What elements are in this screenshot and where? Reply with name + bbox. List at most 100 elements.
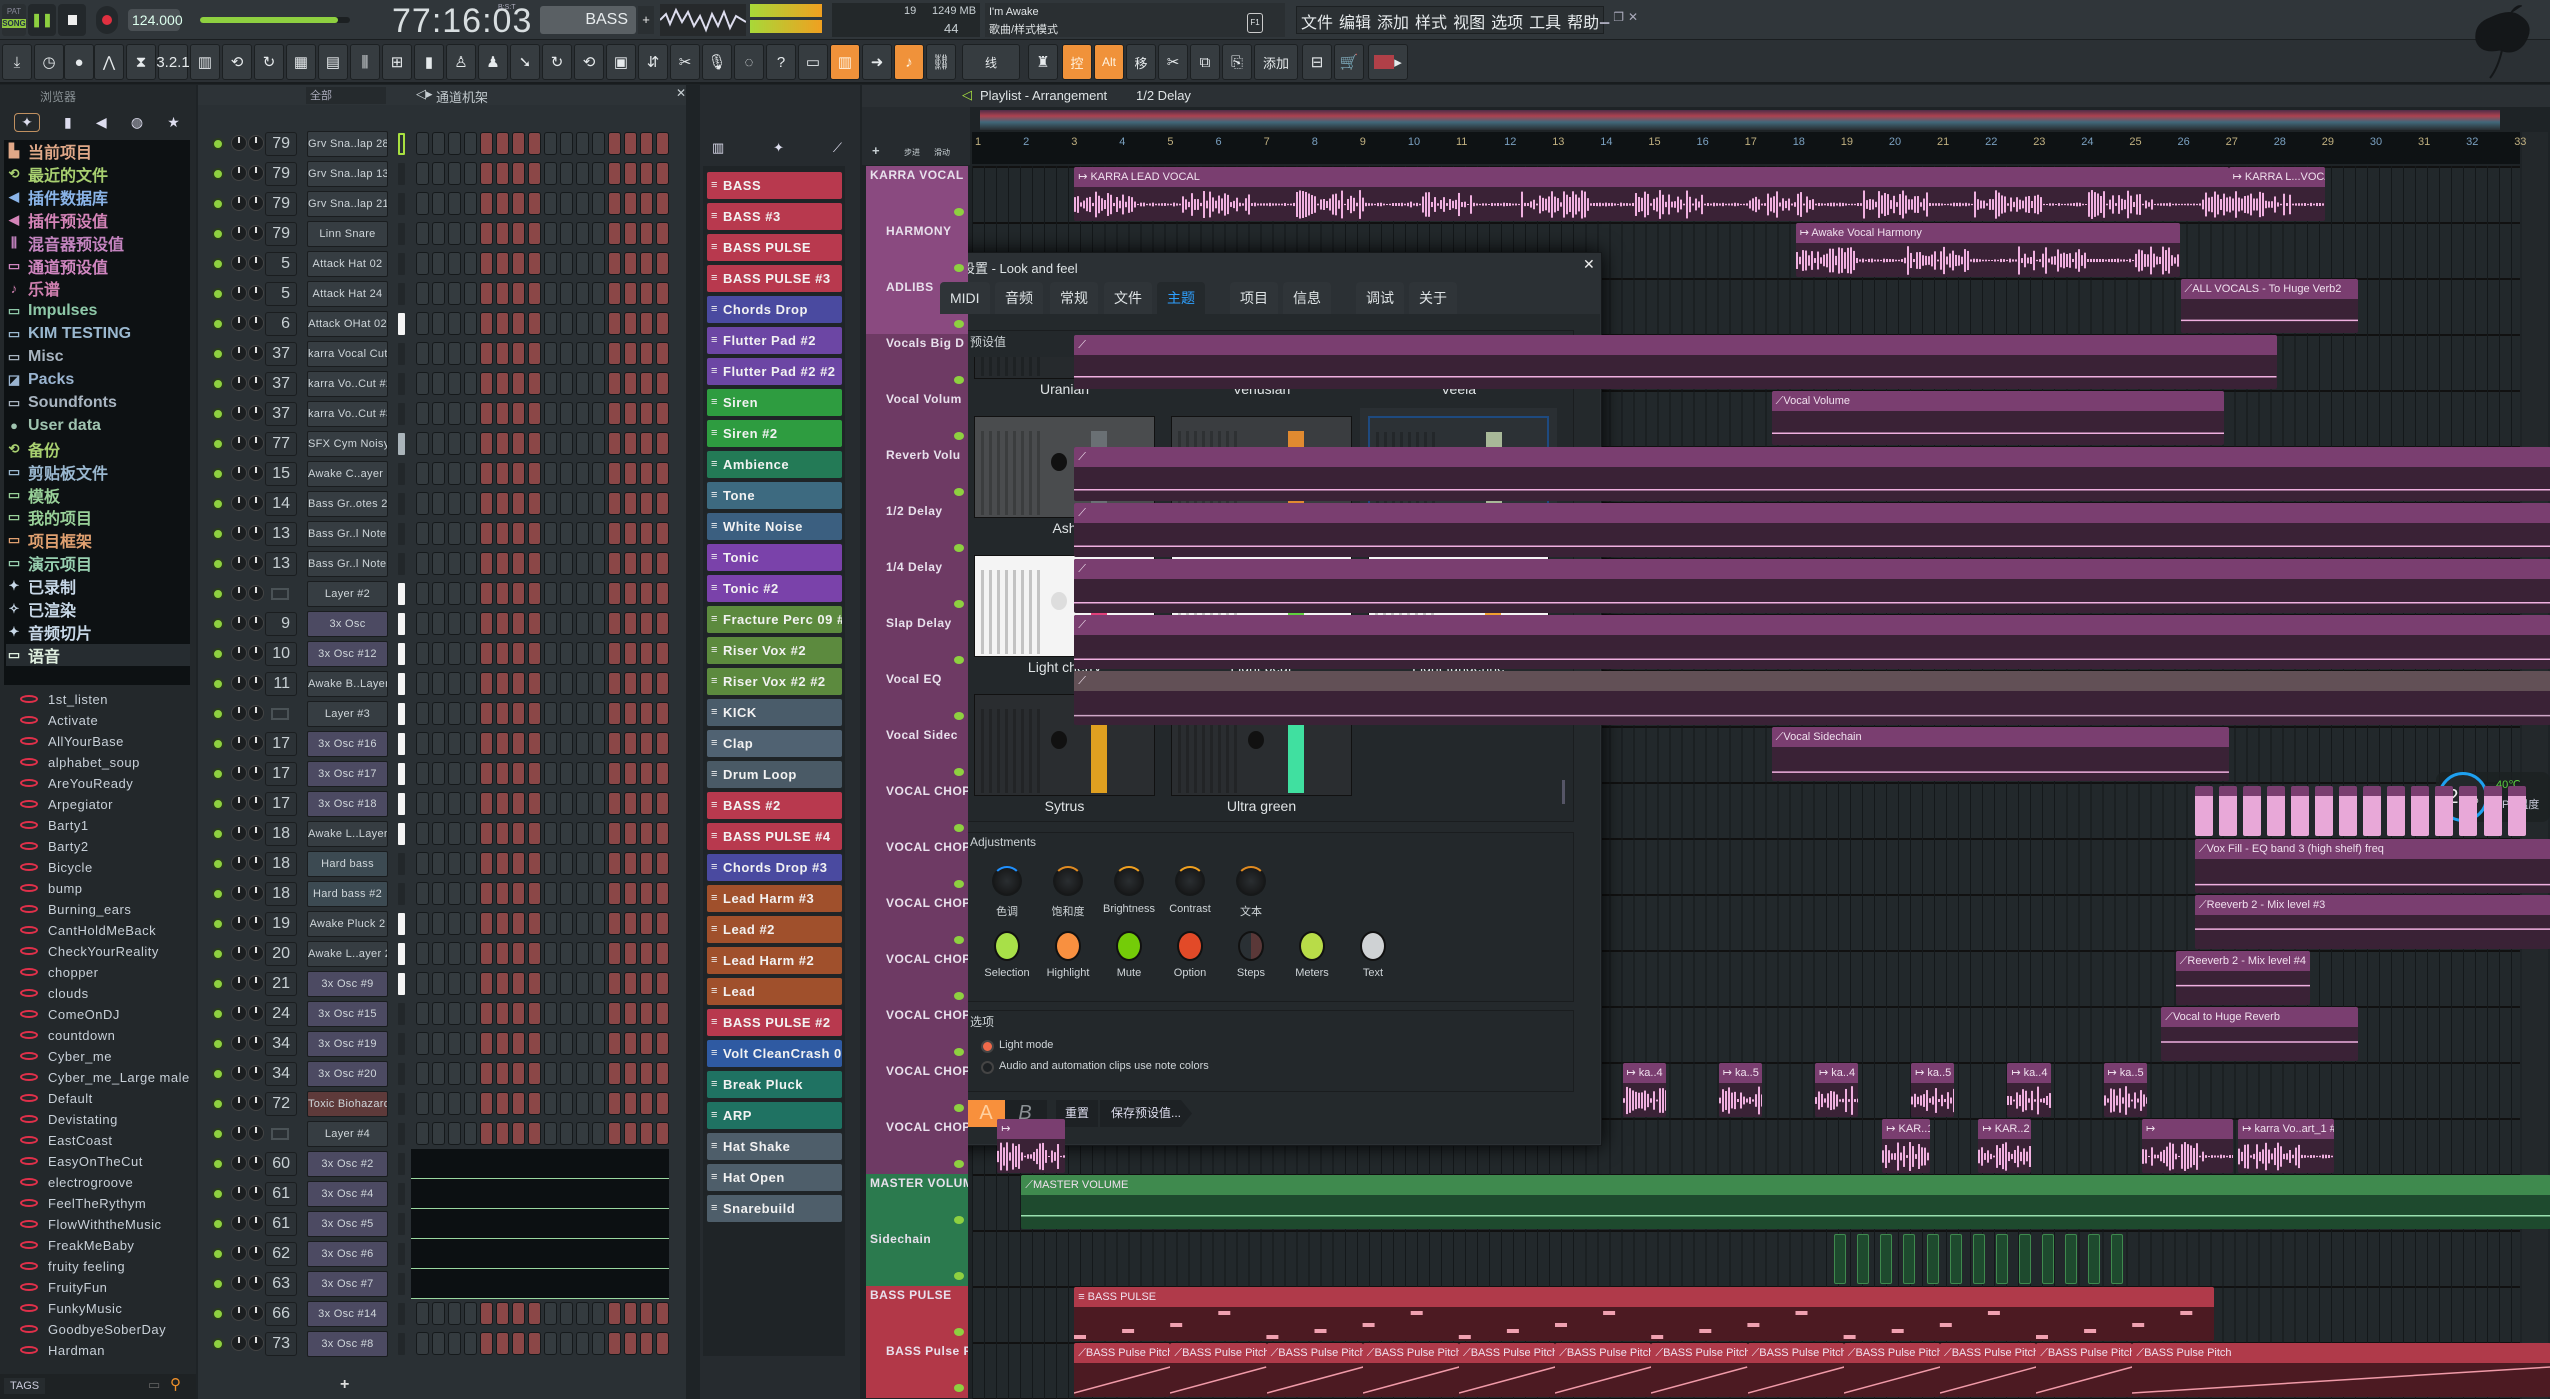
step-button[interactable]: [512, 312, 525, 335]
step-button[interactable]: [656, 612, 669, 635]
step-button[interactable]: [512, 462, 525, 485]
pattern-item[interactable]: Volt CleanCrash 05: [707, 1040, 842, 1067]
chat-button[interactable]: ◌: [734, 44, 764, 80]
step-button[interactable]: [464, 942, 477, 965]
step-button[interactable]: [528, 792, 541, 815]
step-button[interactable]: [656, 372, 669, 395]
pan-knob[interactable]: [231, 315, 247, 331]
step-button[interactable]: [464, 1122, 477, 1145]
step-button[interactable]: [656, 582, 669, 605]
volume-knob[interactable]: [248, 945, 264, 961]
step-button[interactable]: [528, 1092, 541, 1115]
step-button[interactable]: [656, 1092, 669, 1115]
step-button[interactable]: [656, 1062, 669, 1085]
step-button[interactable]: [528, 612, 541, 635]
sidechain-clip[interactable]: [1949, 1234, 1962, 1284]
step-button[interactable]: [512, 1032, 525, 1055]
pattern-item[interactable]: Flutter Pad #2: [707, 327, 842, 354]
pan-knob[interactable]: [231, 165, 247, 181]
step-button[interactable]: [576, 312, 589, 335]
pan-knob[interactable]: [231, 1245, 247, 1261]
step-button[interactable]: [448, 822, 461, 845]
mixer-track-number[interactable]: 17: [265, 732, 297, 756]
step-button[interactable]: [416, 162, 429, 185]
pattern-item[interactable]: Riser Vox #2 #2: [707, 668, 842, 695]
pattern-item[interactable]: Flutter Pad #2 #2: [707, 358, 842, 385]
piano-roll-button[interactable]: ▥: [830, 44, 860, 80]
step-button[interactable]: [560, 612, 573, 635]
metronome-button[interactable]: ◷: [34, 44, 64, 80]
step-button[interactable]: [480, 732, 493, 755]
step-button[interactable]: [656, 762, 669, 785]
step-button[interactable]: [544, 702, 557, 725]
channel-name-button[interactable]: Awake L..Layer: [307, 821, 388, 847]
pattern-item[interactable]: BASS PULSE #4: [707, 823, 842, 850]
step-button[interactable]: [624, 1092, 637, 1115]
pan-knob[interactable]: [231, 1155, 247, 1171]
step-button[interactable]: [608, 1092, 621, 1115]
restore-icon[interactable]: ❐: [1613, 10, 1624, 24]
tags-label[interactable]: TAGS: [4, 1378, 46, 1394]
step-button[interactable]: [464, 1032, 477, 1055]
step-button[interactable]: [560, 912, 573, 935]
step-button[interactable]: [528, 882, 541, 905]
step-button[interactable]: [640, 612, 653, 635]
step-button[interactable]: [576, 612, 589, 635]
step-button[interactable]: [416, 252, 429, 275]
step-button[interactable]: [640, 372, 653, 395]
track-header[interactable]: VOCAL CHOP: [866, 1118, 968, 1174]
vocal-chop-clip[interactable]: [2339, 786, 2358, 836]
channel-name-button[interactable]: Layer #3: [307, 701, 388, 727]
step-button[interactable]: [480, 972, 493, 995]
step-button[interactable]: [496, 792, 509, 815]
step-button[interactable]: [608, 132, 621, 155]
voice-item[interactable]: alphabet_soup: [20, 752, 140, 772]
channel-mute-led[interactable]: [212, 918, 224, 930]
pattern-item[interactable]: Tonic: [707, 544, 842, 571]
step-button[interactable]: [416, 1032, 429, 1055]
voice-item[interactable]: Cyber_me: [20, 1046, 112, 1066]
track-header[interactable]: BASS PULSE: [866, 1286, 968, 1342]
voice-item[interactable]: Devistating: [20, 1109, 118, 1129]
channel-select[interactable]: [398, 343, 405, 365]
pan-knob[interactable]: [231, 225, 247, 241]
step-button[interactable]: [464, 882, 477, 905]
step-button[interactable]: [448, 1122, 461, 1145]
step-button[interactable]: [640, 132, 653, 155]
step-button[interactable]: [624, 192, 637, 215]
channel-name-button[interactable]: Bass Gr..l Notes: [307, 521, 388, 547]
step-button[interactable]: [464, 372, 477, 395]
step-button[interactable]: [640, 1002, 653, 1025]
track-mute-led[interactable]: [954, 1048, 964, 1056]
step-button[interactable]: [480, 1032, 493, 1055]
mixer-track-number[interactable]: 37: [265, 342, 297, 366]
pattern-mode-icon[interactable]: ▥: [712, 140, 724, 156]
channel-select[interactable]: [398, 1303, 405, 1325]
pattern-item[interactable]: Lead Harm #2: [707, 947, 842, 974]
mixer-track-number[interactable]: 19: [265, 912, 297, 936]
step-button[interactable]: [480, 252, 493, 275]
pan-knob[interactable]: [231, 435, 247, 451]
channel-mute-led[interactable]: [212, 978, 224, 990]
channel-mute-led[interactable]: [212, 798, 224, 810]
pan-knob[interactable]: [231, 1095, 247, 1111]
step-button[interactable]: [448, 222, 461, 245]
mixer-track-number[interactable]: 37: [265, 372, 297, 396]
step-button[interactable]: [656, 462, 669, 485]
track-mute-led[interactable]: [954, 376, 964, 384]
step-button[interactable]: [512, 342, 525, 365]
step-button[interactable]: [416, 882, 429, 905]
track-mute-led[interactable]: [954, 712, 964, 720]
step-button[interactable]: [496, 582, 509, 605]
pan-knob[interactable]: [231, 645, 247, 661]
step-button[interactable]: [480, 462, 493, 485]
step-button[interactable]: [640, 402, 653, 425]
step-button[interactable]: [544, 1122, 557, 1145]
channel-name-button[interactable]: Grv Sna..lap 28: [307, 131, 388, 157]
step-button[interactable]: [544, 1032, 557, 1055]
volume-knob[interactable]: [248, 1275, 264, 1291]
channel-select[interactable]: [398, 703, 405, 725]
step-button[interactable]: [576, 702, 589, 725]
volume-knob[interactable]: [248, 525, 264, 541]
step-button[interactable]: [528, 342, 541, 365]
